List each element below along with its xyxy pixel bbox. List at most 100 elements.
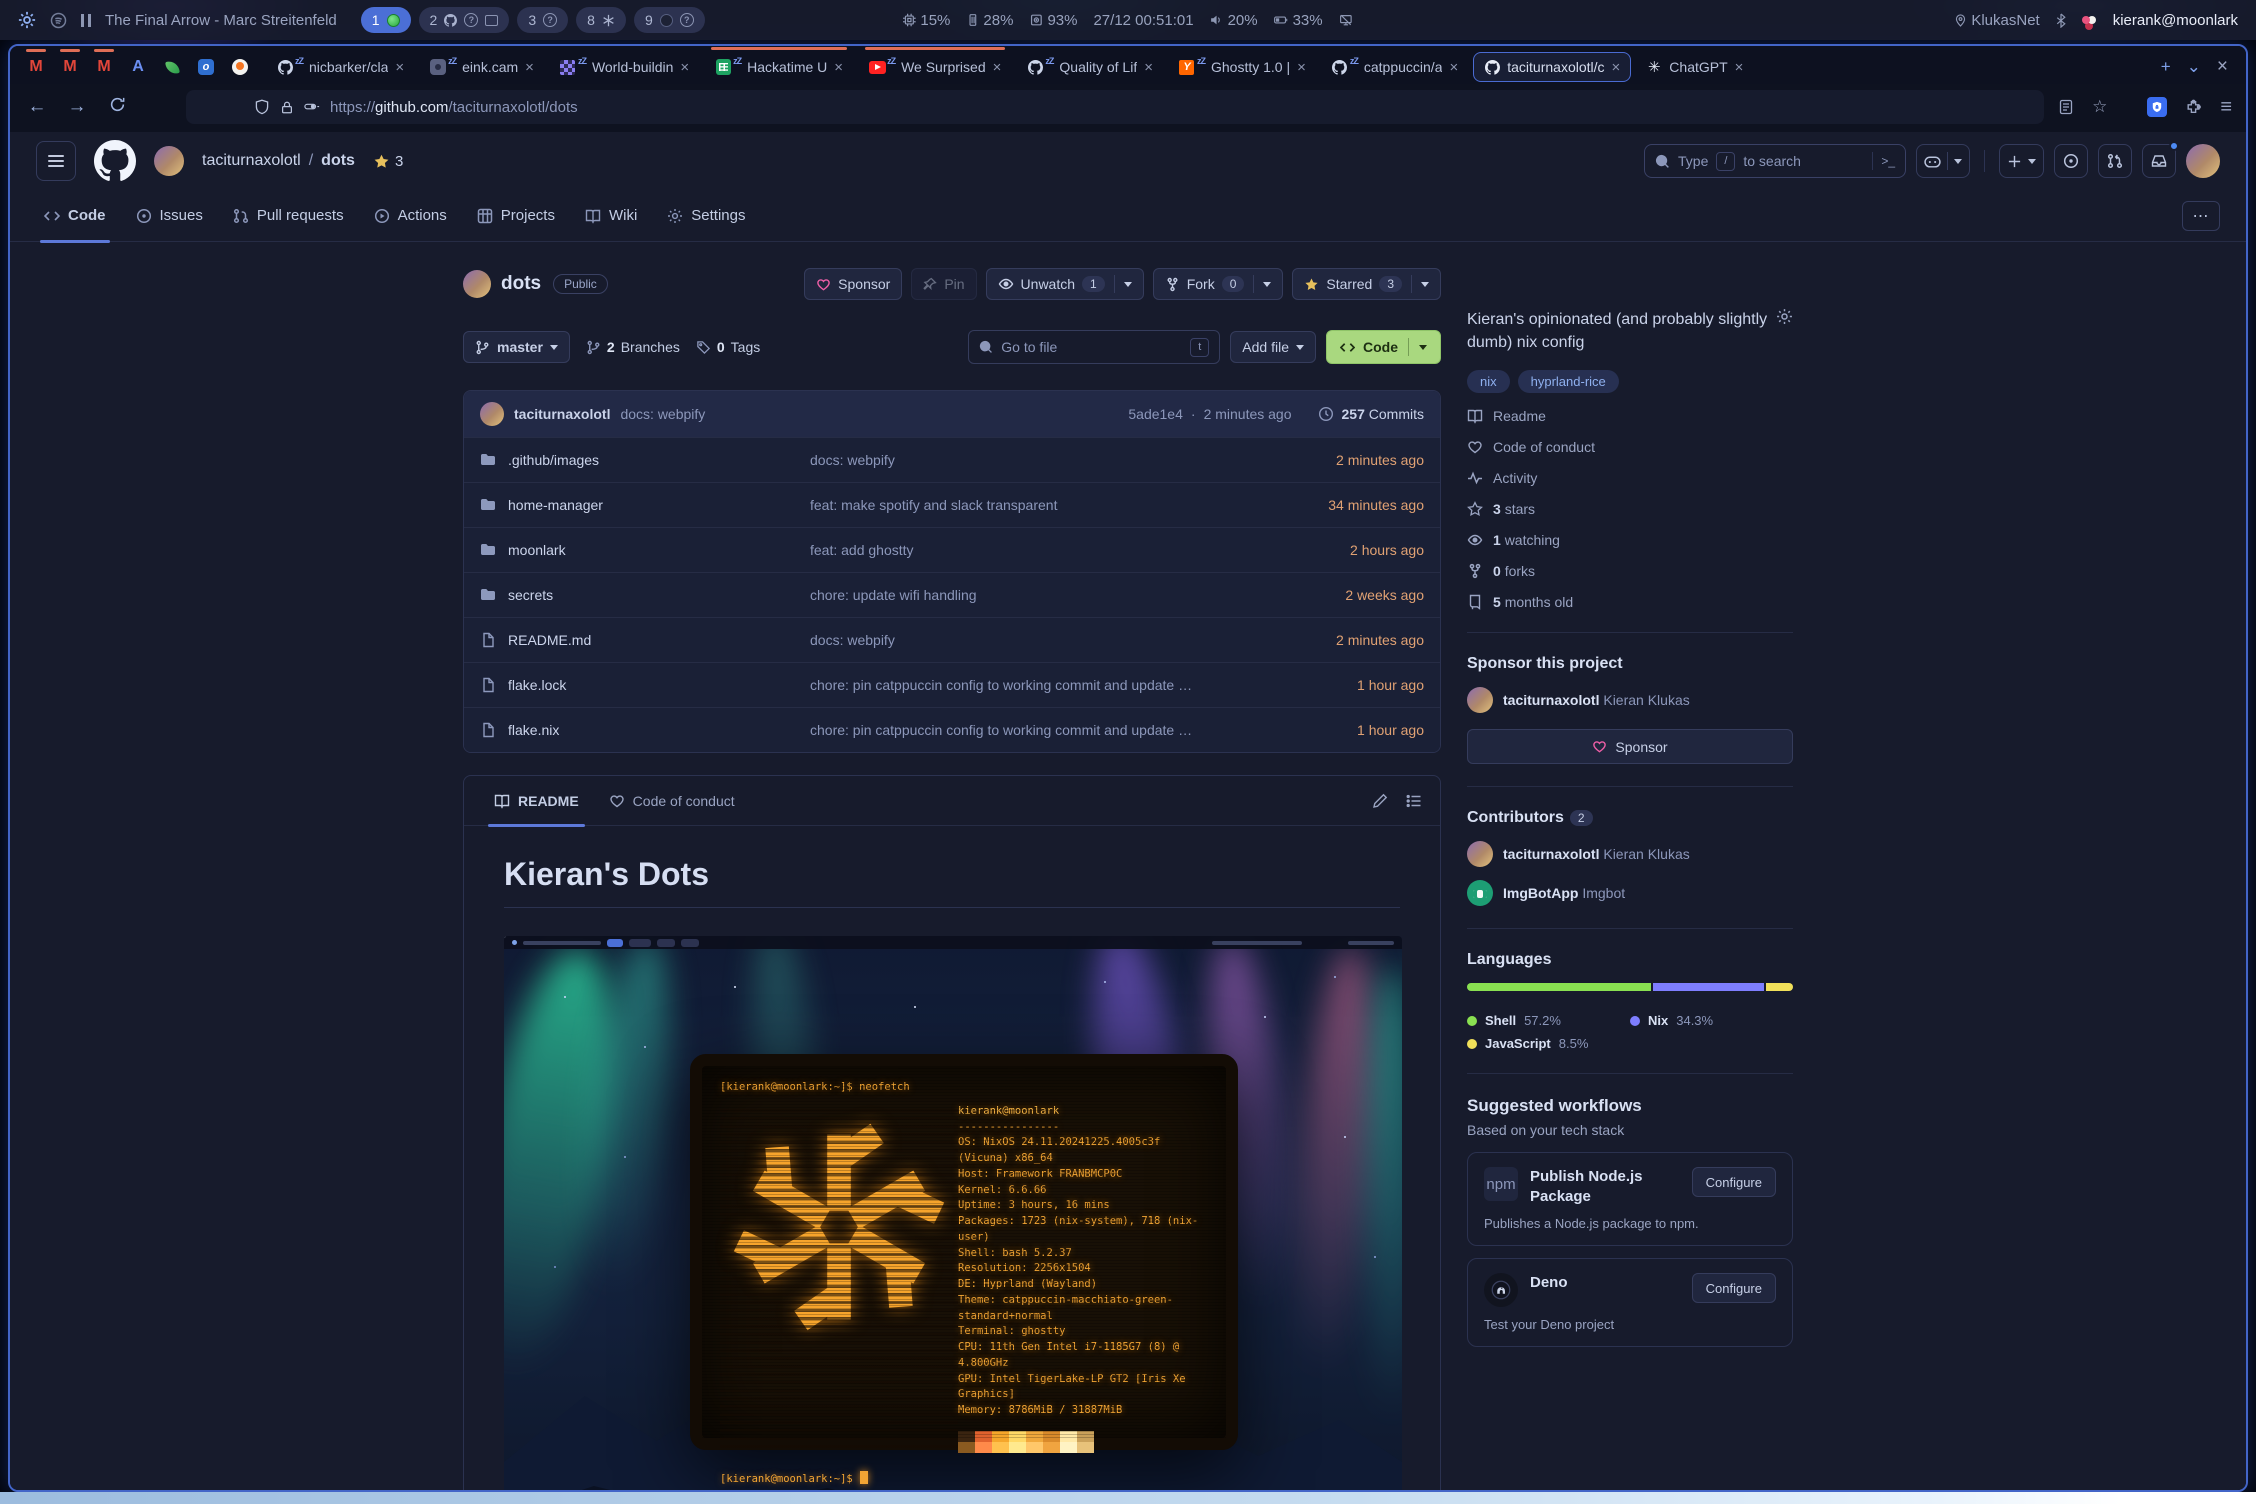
commit-sha[interactable]: 5ade1e4 bbox=[1128, 406, 1183, 422]
file-row[interactable]: moonlark feat: add ghostty 2 hours ago bbox=[464, 527, 1440, 572]
forks-link[interactable]: 0 forks bbox=[1467, 563, 1793, 579]
extensions-puzzle-icon[interactable] bbox=[2185, 99, 2202, 116]
workspace-1[interactable]: 1 bbox=[361, 7, 411, 33]
code-of-conduct-link[interactable]: Code of conduct bbox=[1467, 439, 1793, 455]
tab-ghostty[interactable]: Y zZ Ghostty 1.0 | × bbox=[1168, 52, 1317, 82]
tab-readme[interactable]: README bbox=[482, 776, 591, 826]
issues-dashboard-button[interactable] bbox=[2054, 144, 2088, 178]
commits-count-link[interactable]: 257 Commits bbox=[1342, 406, 1424, 422]
app-menu-icon[interactable]: ≡ bbox=[2220, 96, 2232, 119]
tab-chatgpt[interactable]: ✳ ChatGPT × bbox=[1635, 52, 1754, 82]
tab-close-icon[interactable]: × bbox=[524, 60, 535, 75]
fork-button[interactable]: Fork 0 bbox=[1153, 268, 1284, 300]
new-tab-button[interactable]: + bbox=[2161, 57, 2171, 77]
go-to-file-input[interactable]: Go to file t bbox=[968, 330, 1220, 364]
tab-close-icon[interactable]: × bbox=[833, 60, 844, 75]
tab-catppuccin[interactable]: zZ catppuccin/a × bbox=[1321, 52, 1469, 82]
code-download-button[interactable]: Code bbox=[1326, 330, 1441, 364]
sponsor-button[interactable]: Sponsor bbox=[804, 268, 902, 300]
readme-screenshot-image[interactable]: [kierank@moonlark:~]$ neofetch bbox=[504, 936, 1402, 1490]
workspace-9[interactable]: 9 ? bbox=[634, 7, 705, 33]
breadcrumb-owner[interactable]: taciturnaxolotl bbox=[202, 152, 301, 170]
inbox-button[interactable] bbox=[2142, 144, 2176, 178]
activity-link[interactable]: Activity bbox=[1467, 470, 1793, 486]
bookmark-star-icon[interactable]: ☆ bbox=[2092, 97, 2107, 117]
tailscale-tray-icon[interactable] bbox=[2082, 16, 2090, 24]
tab-settings[interactable]: Settings bbox=[655, 194, 757, 238]
edit-pencil-icon[interactable] bbox=[1372, 793, 1388, 809]
github-logo[interactable] bbox=[94, 140, 136, 182]
tab-list-button[interactable]: ⌄ bbox=[2187, 57, 2201, 77]
tab-close-icon[interactable]: × bbox=[679, 60, 690, 75]
topic-tag[interactable]: hyprland-rice bbox=[1518, 370, 1619, 393]
language-item[interactable]: Shell57.2% bbox=[1467, 1013, 1630, 1028]
outline-list-icon[interactable] bbox=[1406, 793, 1422, 809]
user-avatar[interactable] bbox=[2186, 144, 2220, 178]
workspace-2[interactable]: 2 ? bbox=[419, 7, 510, 33]
file-row[interactable]: secrets chore: update wifi handling 2 we… bbox=[464, 572, 1440, 617]
file-row[interactable]: .github/images docs: webpify 2 minutes a… bbox=[464, 437, 1440, 482]
close-window-button[interactable]: × bbox=[2217, 56, 2228, 78]
file-row[interactable]: README.md docs: webpify 2 minutes ago bbox=[464, 617, 1440, 662]
tab-code-of-conduct[interactable]: Code of conduct bbox=[597, 776, 747, 826]
pull-requests-dashboard-button[interactable] bbox=[2098, 144, 2132, 178]
pinned-tab-a[interactable]: A bbox=[126, 54, 150, 80]
contributor-row[interactable]: taciturnaxolotl Kieran Klukas bbox=[1467, 841, 1793, 867]
pinned-tab-leaf[interactable] bbox=[160, 54, 184, 80]
pinned-tab-gmail-3[interactable]: M bbox=[92, 54, 116, 80]
tab-close-icon[interactable]: × bbox=[394, 60, 405, 75]
readme-link[interactable]: Readme bbox=[1467, 408, 1793, 424]
media-pause-icon[interactable] bbox=[81, 14, 91, 27]
tab-taciturnaxolotl-dots[interactable]: taciturnaxolotl/c × bbox=[1473, 52, 1631, 82]
url-field[interactable]: https://github.com/taciturnaxolotl/dots bbox=[186, 90, 2044, 124]
configure-button[interactable]: Configure bbox=[1692, 1273, 1776, 1303]
tab-close-icon[interactable]: × bbox=[1611, 60, 1622, 75]
pin-button[interactable]: Pin bbox=[911, 268, 976, 300]
permissions-icon[interactable] bbox=[304, 100, 320, 114]
launcher-gear-icon[interactable] bbox=[18, 11, 36, 29]
file-row[interactable]: flake.nix chore: pin catppuccin config t… bbox=[464, 707, 1440, 752]
workspace-3[interactable]: 3? bbox=[517, 7, 568, 33]
tab-close-icon[interactable]: × bbox=[992, 60, 1003, 75]
tab-close-icon[interactable]: × bbox=[1734, 60, 1745, 75]
reload-button[interactable] bbox=[104, 96, 130, 119]
command-palette-icon[interactable]: >_ bbox=[1881, 154, 1895, 168]
pinned-tab-gmail-1[interactable]: M bbox=[24, 54, 48, 80]
network-name[interactable]: KlukasNet bbox=[1954, 12, 2039, 29]
nav-overflow-button[interactable]: ⋯ bbox=[2182, 201, 2220, 231]
tab-world-building[interactable]: zZ World-buildin × bbox=[549, 52, 700, 82]
reader-view-icon[interactable] bbox=[2058, 99, 2074, 115]
commit-message[interactable]: docs: webpify bbox=[620, 406, 705, 422]
pinned-tab-gmail-2[interactable]: M bbox=[58, 54, 82, 80]
sponsor-button-sidebar[interactable]: Sponsor bbox=[1467, 729, 1793, 764]
branches-link[interactable]: 2Branches bbox=[586, 339, 680, 355]
tags-link[interactable]: 0Tags bbox=[696, 339, 760, 355]
search-input[interactable]: Type / to search >_ bbox=[1644, 144, 1906, 178]
commit-author-avatar[interactable] bbox=[480, 402, 504, 426]
tab-close-icon[interactable]: × bbox=[1448, 60, 1459, 75]
add-file-button[interactable]: Add file bbox=[1230, 331, 1316, 363]
tab-close-icon[interactable]: × bbox=[1296, 60, 1307, 75]
tab-actions[interactable]: Actions bbox=[362, 194, 459, 238]
tab-pull-requests[interactable]: Pull requests bbox=[221, 194, 356, 238]
pinned-tab-outlook[interactable]: o bbox=[194, 54, 218, 80]
contributor-row[interactable]: ImgBotApp Imgbot bbox=[1467, 880, 1793, 906]
tab-we-surprised[interactable]: zZ We Surprised × bbox=[858, 52, 1012, 82]
repo-name[interactable]: dots bbox=[501, 273, 541, 295]
language-item[interactable]: JavaScript8.5% bbox=[1467, 1036, 1630, 1051]
tab-quality-of-life[interactable]: zZ Quality of Lif × bbox=[1016, 52, 1164, 82]
create-new-button[interactable] bbox=[1999, 144, 2044, 178]
tab-nicbarker[interactable]: zZ nicbarker/cla × bbox=[266, 52, 415, 82]
sponsor-user-row[interactable]: taciturnaxolotl Kieran Klukas bbox=[1467, 687, 1793, 713]
latest-commit-row[interactable]: taciturnaxolotl docs: webpify 5ade1e4 · … bbox=[464, 391, 1440, 437]
bluetooth-icon[interactable] bbox=[2055, 13, 2067, 28]
back-button[interactable]: ← bbox=[24, 96, 50, 118]
pinned-tab-crunchyroll[interactable] bbox=[228, 54, 252, 80]
forward-button[interactable]: → bbox=[64, 96, 90, 118]
branch-selector[interactable]: master bbox=[463, 331, 570, 363]
commit-author[interactable]: taciturnaxolotl bbox=[514, 406, 610, 422]
watch-button[interactable]: Unwatch 1 bbox=[986, 268, 1144, 300]
file-row[interactable]: flake.lock chore: pin catppuccin config … bbox=[464, 662, 1440, 707]
tab-close-icon[interactable]: × bbox=[1143, 60, 1154, 75]
copilot-button[interactable] bbox=[1916, 144, 1970, 178]
